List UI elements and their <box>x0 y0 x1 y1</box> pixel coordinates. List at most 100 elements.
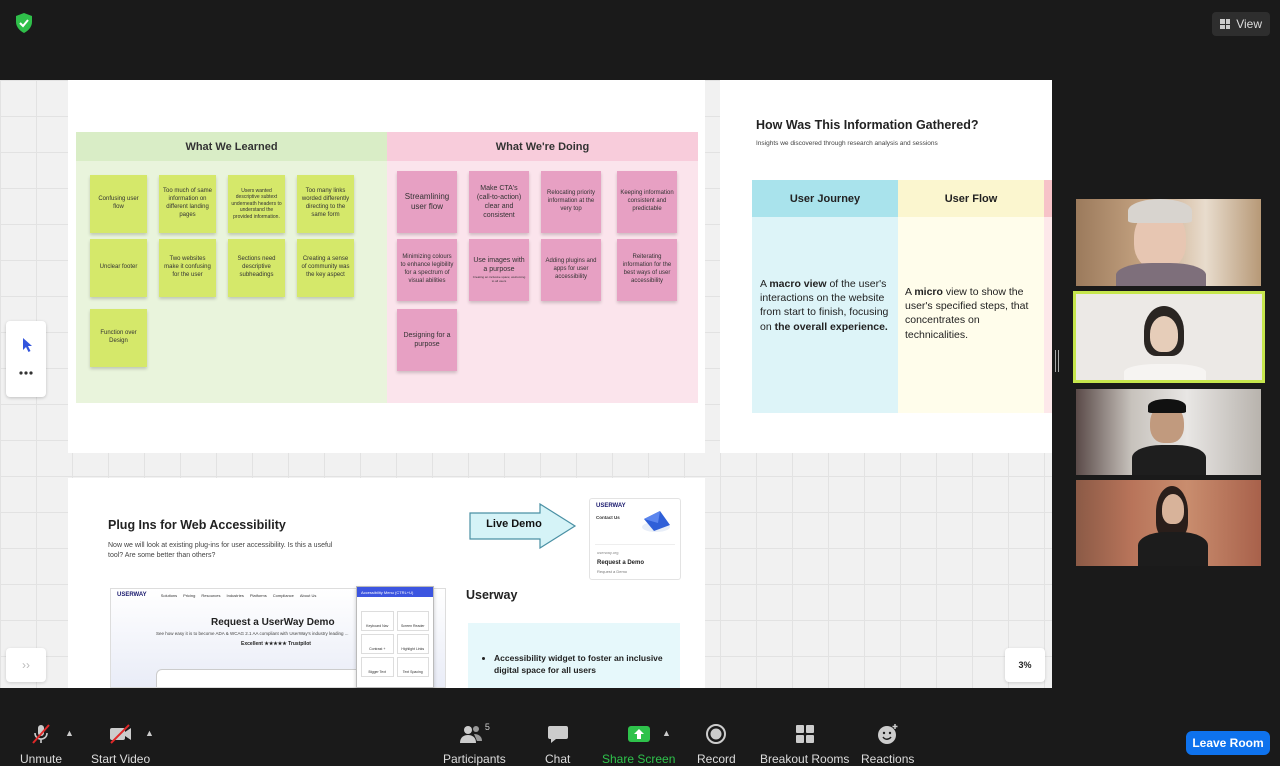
sticky-note[interactable]: Use images with a purpose Creating an in… <box>469 239 529 301</box>
sticky-note[interactable]: Sections need descriptive subheadings <box>228 239 285 297</box>
breakout-rooms-icon <box>795 725 814 743</box>
sticky-note[interactable]: Function over Design <box>90 309 147 367</box>
widget-item: Contrast + <box>361 634 394 654</box>
site-text: See how easy it is to become ADA & WCAG … <box>156 631 349 636</box>
card-request-sub: Request a Demo <box>597 569 628 574</box>
participants-icon <box>459 726 482 743</box>
sticky-note[interactable]: Designing for a purpose <box>397 309 457 371</box>
sticky-note[interactable]: Unclear footer <box>90 239 147 297</box>
tool-rail <box>6 321 46 397</box>
cursor-icon[interactable] <box>21 337 33 353</box>
record-button[interactable]: Record <box>697 722 736 766</box>
learned-title: What We Learned <box>76 132 387 161</box>
chat-button[interactable]: Chat <box>545 722 570 766</box>
sticky-note[interactable]: Keeping information consistent and predi… <box>617 171 677 233</box>
card-request: Request a Demo <box>597 560 645 566</box>
bold-text: the overall experience. <box>774 320 888 333</box>
user-journey-header: User Journey <box>752 180 898 217</box>
userway-title: Userway <box>466 588 518 602</box>
envelope-icon <box>642 511 670 532</box>
shared-screen[interactable]: What We Learned Confusing user flow Too … <box>0 80 1052 688</box>
sticky-note[interactable]: Reiterating information for the best way… <box>617 239 677 301</box>
sticky-note[interactable]: Minimizing colours to enhance legibility… <box>397 239 457 301</box>
view-grid-icon <box>1220 19 1231 29</box>
unmute-button[interactable]: Unmute <box>20 722 62 766</box>
sticky-note[interactable]: Adding plugins and apps for user accessi… <box>541 239 601 301</box>
plugins-board: Plug Ins for Web Accessibility Now we wi… <box>68 478 705 688</box>
participant-face <box>1162 494 1184 524</box>
meeting-toolbar: Unmute ▲ Start Video ▲ 5 Participants Ch… <box>0 718 1280 766</box>
share-options-caret-icon[interactable]: ▲ <box>662 728 671 738</box>
site-nav-item: About Us <box>299 592 317 598</box>
text: A <box>905 286 915 298</box>
sticky-note[interactable]: Too much of same information on differen… <box>159 175 216 233</box>
expand-panel-button[interactable]: ›› <box>6 648 46 682</box>
unmute-label: Unmute <box>20 752 63 766</box>
participants-button[interactable]: 5 Participants <box>443 722 506 766</box>
site-nav-item: Compliance <box>272 592 294 598</box>
bold-text: macro view <box>769 278 827 290</box>
info-gathered-board: How Was This Information Gathered? Insig… <box>720 80 1052 453</box>
active-speaker-video[interactable] <box>1073 291 1265 383</box>
zoom-level[interactable]: 3% <box>1005 648 1045 682</box>
more-icon[interactable] <box>19 371 33 375</box>
share-screen-icon <box>627 726 650 742</box>
board-title: Plug Ins for Web Accessibility <box>108 518 286 532</box>
participant-cap <box>1148 399 1186 413</box>
participant-video[interactable] <box>1076 199 1261 286</box>
microphone-muted-icon <box>32 724 50 744</box>
participant-body <box>1132 445 1206 475</box>
chat-label: Chat <box>545 752 571 766</box>
participant-video[interactable] <box>1076 389 1261 475</box>
leave-room-button[interactable]: Leave Room <box>1186 731 1270 755</box>
reactions-button[interactable]: Reactions <box>861 722 914 766</box>
site-nav-item: Resources <box>201 592 221 598</box>
sticky-note[interactable]: Streamlining user flow <box>397 171 457 233</box>
shield-icon[interactable] <box>14 12 34 34</box>
participants-label: Participants <box>443 752 506 766</box>
view-label: View <box>1236 17 1262 31</box>
widget-item: Bigger Text <box>361 657 394 677</box>
reactions-label: Reactions <box>861 752 915 766</box>
sticky-note[interactable]: Too many links worded differently direct… <box>297 175 354 233</box>
bold-text: micro <box>914 286 943 298</box>
participant-face <box>1150 316 1178 352</box>
sticky-note[interactable]: Two websites make it confusing for the u… <box>159 239 216 297</box>
sticky-note[interactable]: Make CTA's (call-to-action) clear and co… <box>469 171 529 233</box>
double-chevron-icon: ›› <box>22 658 30 672</box>
doing-title: What We're Doing <box>387 132 698 161</box>
participant-body <box>1138 532 1208 566</box>
site-nav-item: Industries <box>226 592 244 598</box>
record-label: Record <box>697 752 736 766</box>
user-flow-text: A micro view to show the user's specifie… <box>898 217 1044 413</box>
chat-icon <box>547 726 568 743</box>
start-video-label: Start Video <box>91 752 151 766</box>
userway-bullet: Accessibility widget to foster an inclus… <box>494 653 680 677</box>
breakout-rooms-button[interactable]: Breakout Rooms <box>760 722 849 766</box>
participant-video[interactable] <box>1076 480 1261 566</box>
third-column-body <box>1044 217 1052 413</box>
sticky-note-text: Use images with a purpose <box>473 257 525 274</box>
camera-off-icon <box>109 724 131 744</box>
userway-card[interactable]: USERWAY Contact Us userway.org Request a… <box>589 498 681 580</box>
view-button[interactable]: View <box>1212 12 1270 36</box>
widget-item: Text Spacing <box>396 657 429 677</box>
widget-grid: Keyboard Nav Screen Reader Contrast + Hi… <box>357 597 433 677</box>
breakout-rooms-label: Breakout Rooms <box>760 752 850 766</box>
sticky-note[interactable]: Creating a sense of community was the ke… <box>297 239 354 297</box>
participants-count: 5 <box>484 722 490 732</box>
video-options-caret-icon[interactable]: ▲ <box>145 728 154 738</box>
widget-item: Highlight Links <box>396 634 429 654</box>
start-video-button[interactable]: Start Video <box>91 722 150 766</box>
audio-options-caret-icon[interactable]: ▲ <box>65 728 74 738</box>
participant-hair <box>1128 199 1192 223</box>
sticky-note[interactable]: Relocating priority information at the v… <box>541 171 601 233</box>
site-nav-item: Platforms <box>249 592 267 598</box>
participant-body <box>1124 364 1206 380</box>
sticky-note[interactable]: Users wanted descriptive subtext underne… <box>228 175 285 233</box>
panel-splitter[interactable] <box>1055 350 1059 372</box>
board-subtitle: Now we will look at existing plug-ins fo… <box>108 542 333 559</box>
third-column-header <box>1044 180 1052 217</box>
sticky-note[interactable]: Confusing user flow <box>90 175 147 233</box>
text: A <box>760 278 770 290</box>
